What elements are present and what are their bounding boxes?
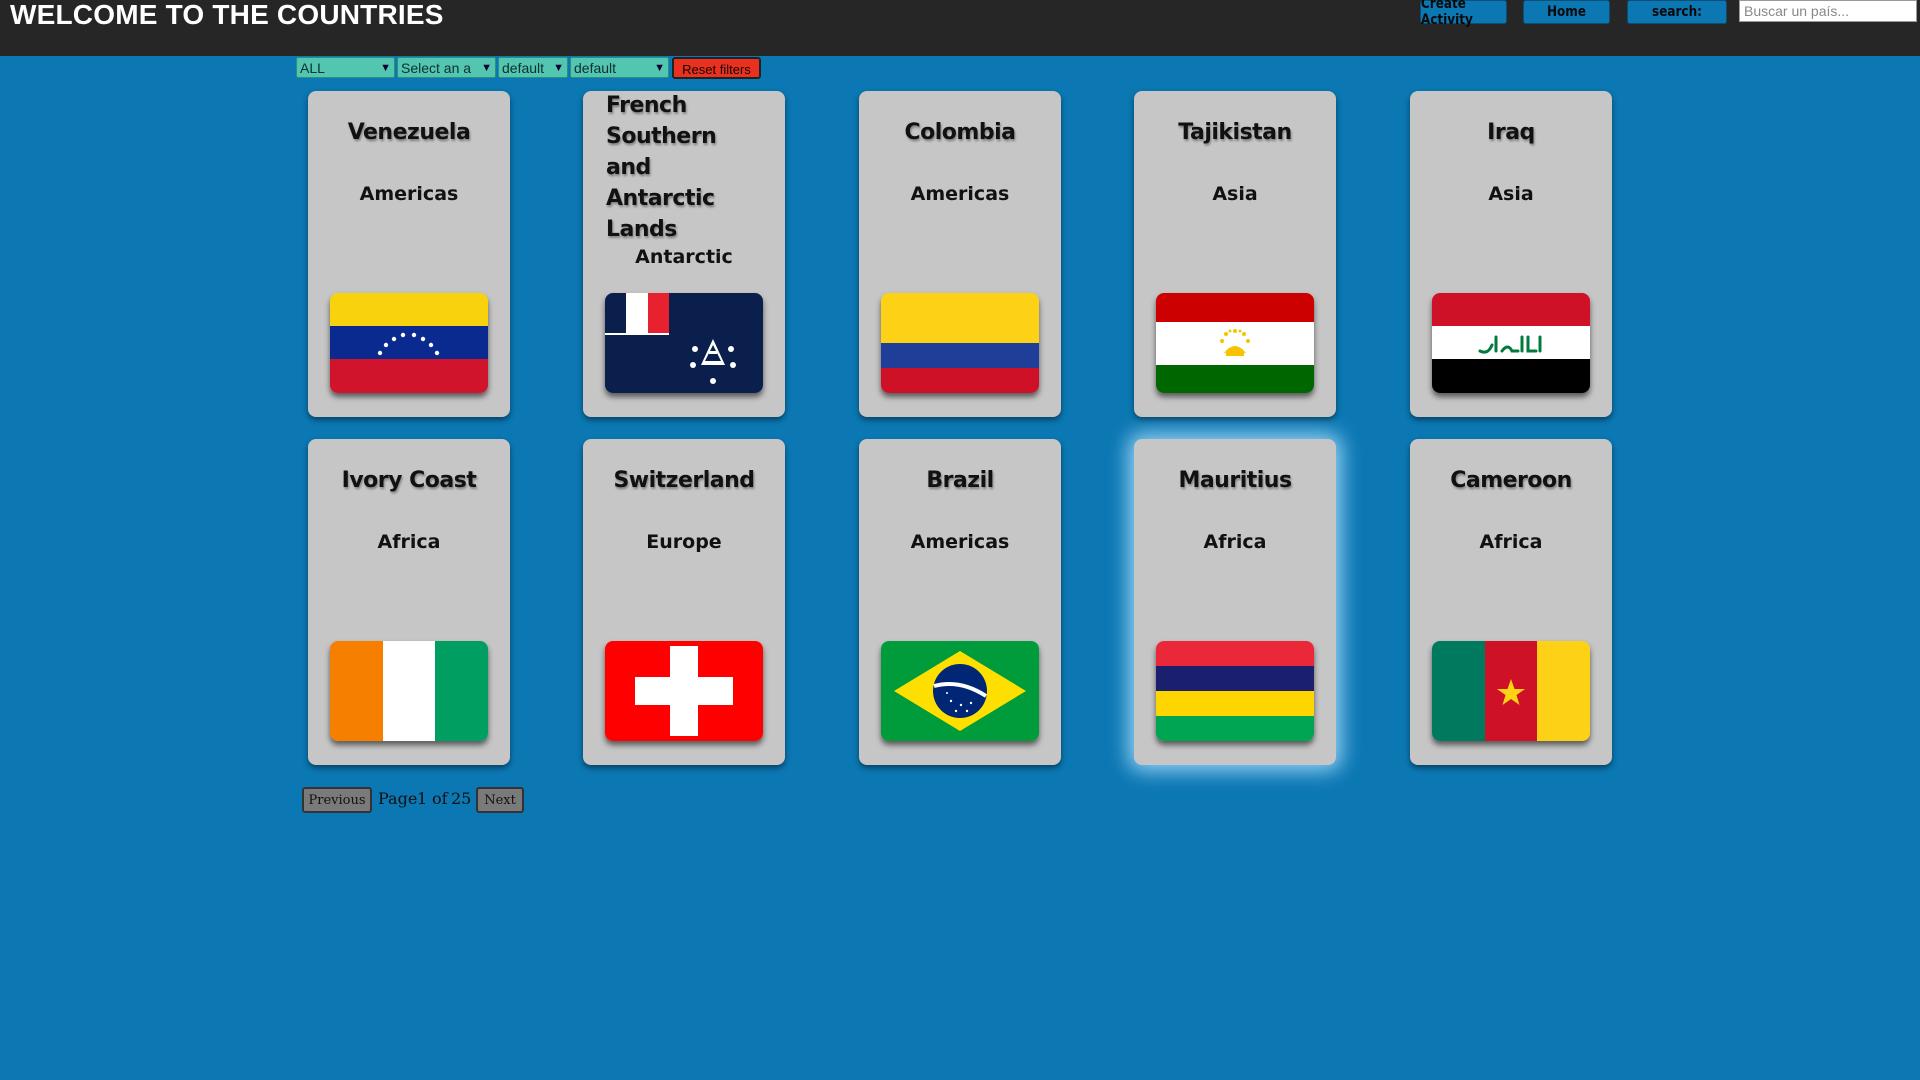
- continent-filter-select[interactable]: ALL ▼: [296, 57, 395, 78]
- country-name-line: French: [606, 93, 687, 118]
- country-region: Americas: [359, 183, 459, 205]
- country-name: Iraq: [1487, 120, 1535, 145]
- country-name: Venezuela: [347, 120, 471, 145]
- country-card-brazil[interactable]: Brazil Americas: [859, 439, 1061, 765]
- country-card-colombia[interactable]: Colombia Americas: [859, 91, 1061, 417]
- reset-filters-button[interactable]: Reset filters: [672, 57, 761, 79]
- chevron-down-icon: ▼: [380, 61, 391, 74]
- country-name: Switzerland: [613, 468, 755, 493]
- chevron-down-icon: ▼: [654, 61, 665, 74]
- country-region: Asia: [1488, 183, 1534, 205]
- country-card-mauritius[interactable]: Mauritius Africa: [1134, 439, 1336, 765]
- country-region: Africa: [1479, 531, 1543, 553]
- country-name-line: Antarctic: [606, 186, 715, 211]
- country-region: Americas: [910, 183, 1010, 205]
- page-title: WELCOME TO THE COUNTRIES: [10, 0, 444, 30]
- country-name: Cameroon: [1450, 468, 1572, 493]
- french-southern-lands-flag: [605, 293, 763, 393]
- venezuela-flag: [330, 293, 488, 393]
- cameroon-flag: [1432, 641, 1590, 741]
- brazil-flag: [881, 641, 1039, 741]
- country-region: Europe: [646, 531, 722, 553]
- country-card-tajikistan[interactable]: Tajikistan Asia: [1134, 91, 1336, 417]
- chevron-down-icon: ▼: [481, 61, 492, 74]
- of-word: of: [432, 789, 448, 808]
- page-word: Page: [378, 789, 418, 808]
- country-card-switzerland[interactable]: Switzerland Europe: [583, 439, 785, 765]
- country-card-ivory-coast[interactable]: Ivory Coast Africa: [308, 439, 510, 765]
- country-region: Africa: [377, 531, 441, 553]
- switzerland-flag: [605, 641, 763, 741]
- ivory-coast-flag: [330, 641, 488, 741]
- country-card-iraq[interactable]: Iraq Asia: [1410, 91, 1612, 417]
- country-card-cameroon[interactable]: Cameroon Africa: [1410, 439, 1612, 765]
- country-name: Colombia: [904, 120, 1016, 145]
- country-region: Americas: [910, 531, 1010, 553]
- current-page-number: 1: [417, 789, 428, 808]
- top-bar: WELCOME TO THE COUNTRIES Create Activity…: [0, 0, 1920, 56]
- next-page-button[interactable]: Next: [476, 787, 524, 813]
- continent-filter-value: ALL: [300, 59, 325, 76]
- activity-filter-value: Select an a: [401, 59, 472, 76]
- country-region: Africa: [1203, 531, 1267, 553]
- country-name-line: Lands: [606, 217, 677, 242]
- country-region: Asia: [1212, 183, 1258, 205]
- chevron-down-icon: ▼: [553, 61, 564, 74]
- activity-filter-select[interactable]: Select an a ▼: [397, 57, 496, 78]
- country-name: Brazil: [926, 468, 994, 493]
- mauritius-flag: [1156, 641, 1314, 741]
- search-label: search:: [1627, 0, 1727, 24]
- country-name-line: Southern and: [606, 124, 717, 180]
- iraq-flag: [1432, 293, 1590, 393]
- alphabetical-sort-value: default: [502, 59, 545, 76]
- country-card-french-southern-lands[interactable]: French Southern and Antarctic Lands Anta…: [583, 91, 785, 417]
- total-pages: 25: [451, 789, 472, 808]
- create-activity-button[interactable]: Create Activity: [1420, 0, 1507, 28]
- alphabetical-sort-select[interactable]: default ▼: [498, 57, 568, 78]
- home-button[interactable]: Home: [1523, 0, 1610, 24]
- population-sort-select[interactable]: default ▼: [570, 57, 669, 78]
- country-name: Mauritius: [1178, 468, 1292, 493]
- previous-page-button[interactable]: Previous: [302, 787, 372, 813]
- tajikistan-flag: [1156, 293, 1314, 393]
- population-sort-value: default: [574, 59, 617, 76]
- search-input[interactable]: [1739, 0, 1917, 22]
- country-card-venezuela[interactable]: Venezuela Americas: [308, 91, 510, 417]
- country-name: Ivory Coast: [341, 468, 477, 493]
- country-region: Antarctic: [635, 246, 733, 268]
- country-name: French Southern and Antarctic Lands: [606, 90, 767, 245]
- colombia-flag: [881, 293, 1039, 393]
- country-name: Tajikistan: [1178, 120, 1292, 145]
